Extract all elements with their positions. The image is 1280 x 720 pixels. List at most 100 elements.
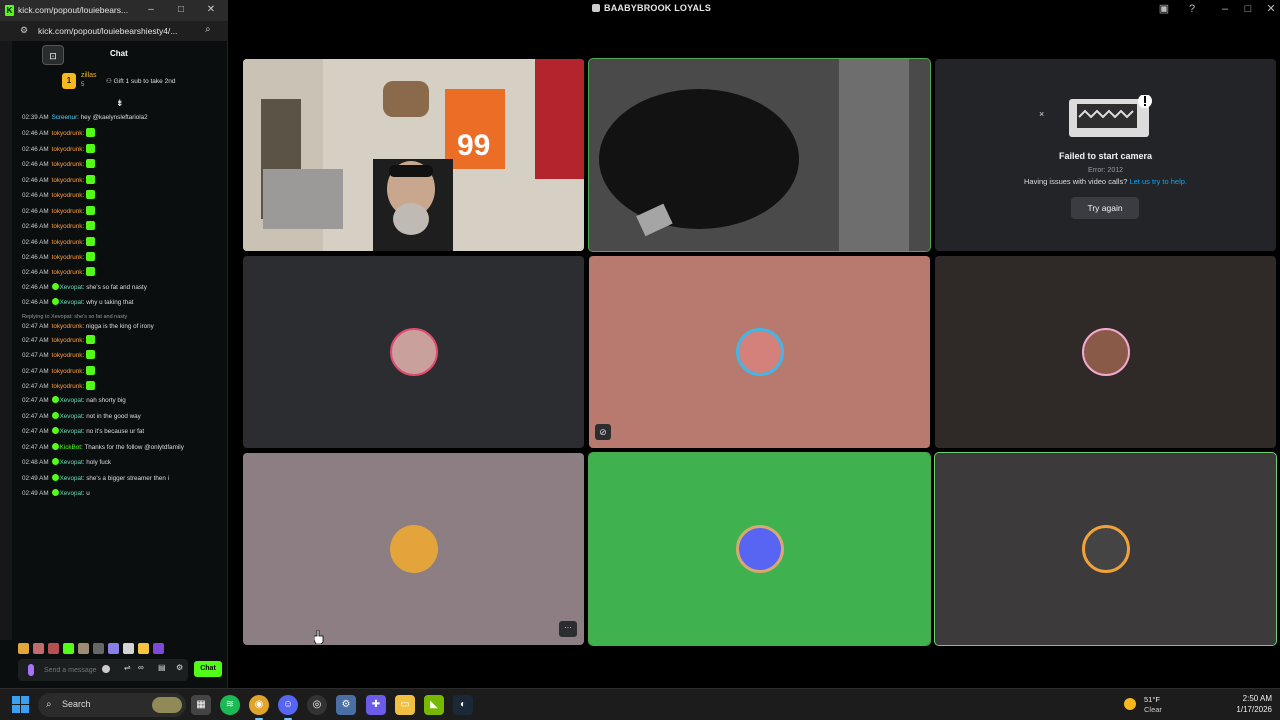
video-tile-user[interactable]: ··· [243, 453, 584, 645]
message-username[interactable]: Xevopat [60, 413, 83, 420]
verified-badge-icon [51, 411, 59, 419]
inbox-icon[interactable]: ▣ [1157, 2, 1171, 16]
message-username[interactable]: tokyodrunk [52, 223, 83, 230]
file-explorer-icon[interactable]: ▭ [395, 695, 415, 715]
message-username[interactable]: Xevopat [60, 299, 83, 306]
emote-icon[interactable] [153, 643, 164, 654]
search-label: Search [62, 699, 91, 709]
message-timestamp: 02:46 AM [22, 145, 49, 153]
message-username[interactable]: Screenur [52, 114, 78, 121]
message-username[interactable]: Xevopat [60, 490, 83, 497]
share-icon[interactable]: ⇌ [124, 663, 131, 672]
emote-icon[interactable] [33, 643, 44, 654]
message-username[interactable]: tokyodrunk [52, 368, 83, 375]
message-username[interactable]: tokyodrunk [52, 337, 83, 344]
video-tile-streamer[interactable]: 99 [243, 59, 584, 251]
try-again-button[interactable]: Try again [1071, 197, 1139, 219]
search-icon[interactable]: ⌕ [205, 24, 211, 35]
avatar [389, 525, 438, 573]
help-link[interactable]: Let us try to help. [1129, 177, 1187, 186]
settings-app-icon[interactable]: ⚙ [336, 695, 356, 715]
settings-icon[interactable]: ⚙ [176, 663, 183, 672]
gift-leaderboard[interactable]: 1 zillas 5 ⚇ Gift 1 sub to take 2nd [14, 71, 228, 93]
more-options-icon[interactable]: ··· [559, 621, 577, 637]
video-tile-user[interactable] [935, 256, 1276, 448]
video-tile-user[interactable]: ⊘ [589, 256, 930, 448]
chat-message: 02:46 AM tokyodrunk: [22, 251, 222, 266]
chat-message: 02:47 AM tokyodrunk: [22, 349, 222, 364]
emote-icon[interactable] [138, 643, 149, 654]
message-username[interactable]: tokyodrunk [52, 192, 83, 199]
controller-icon[interactable]: ✚ [366, 695, 386, 715]
message-timestamp: 02:47 AM [22, 336, 49, 344]
popout-button[interactable]: ⊡ [42, 45, 64, 65]
maximize-icon[interactable]: □ [1241, 2, 1255, 16]
emote-icon[interactable] [48, 643, 59, 654]
system-clock[interactable]: 2:50 AM 1/17/2026 [1220, 693, 1272, 715]
close-icon[interactable]: ✕ [204, 3, 218, 17]
weather-temp: 51°F [1144, 695, 1160, 704]
site-settings-icon[interactable]: ⚙ [20, 25, 28, 36]
windows-start-icon[interactable] [12, 696, 30, 714]
message-username[interactable]: Xevopat [60, 428, 83, 435]
spotify-icon[interactable]: ≋ [220, 695, 240, 715]
chat-message: 02:46 AM tokyodrunk: [22, 158, 222, 173]
chrome-icon[interactable]: ◉ [249, 695, 269, 720]
mic-icon[interactable] [28, 664, 34, 676]
video-tile-user[interactable] [243, 256, 584, 448]
emote-icon[interactable] [63, 643, 74, 654]
message-username[interactable]: Xevopat [60, 284, 83, 291]
emote-icon[interactable] [18, 643, 29, 654]
video-tile-dark-room[interactable] [588, 58, 931, 252]
video-tile-user[interactable] [934, 452, 1277, 646]
moon-icon [1124, 698, 1136, 710]
gift-icon[interactable]: ▤ [158, 663, 166, 672]
message-timestamp: 02:46 AM [22, 176, 49, 184]
weather-widget[interactable]: 51°F Clear [1124, 695, 1184, 717]
message-username[interactable]: tokyodrunk [52, 161, 83, 168]
windows-taskbar: ⌕ Search ▦ ≋ ◉ ☺ ◎ ⚙ ✚ ▭ ◣ ◐ 51°F Clear … [0, 688, 1280, 720]
message-username[interactable]: tokyodrunk [52, 323, 83, 330]
avatar [1081, 328, 1130, 376]
infinity-icon[interactable]: ∞ [138, 663, 144, 672]
message-text: why u taking that [86, 299, 134, 307]
chat-input[interactable] [44, 662, 104, 678]
emote-icon[interactable] [108, 643, 119, 654]
message-username[interactable]: tokyodrunk [52, 383, 83, 390]
emote-icon [85, 221, 95, 231]
emoji-icon[interactable] [102, 665, 110, 673]
message-username[interactable]: KickBot [60, 444, 81, 451]
message-text: she's a bigger streamer then i [86, 474, 169, 482]
minimize-icon[interactable]: – [144, 3, 158, 17]
chat-reply-context[interactable]: Replying to Xevopat: she's so fat and na… [22, 313, 222, 321]
message-username[interactable]: tokyodrunk [52, 254, 83, 261]
message-username[interactable]: tokyodrunk [52, 269, 83, 276]
scroll-down-icon[interactable]: ⇟ [116, 98, 124, 109]
emote-icon[interactable] [78, 643, 89, 654]
message-username[interactable]: tokyodrunk [52, 239, 83, 246]
discord-icon[interactable]: ☺ [278, 695, 298, 720]
nvidia-icon[interactable]: ◣ [424, 695, 444, 715]
message-username[interactable]: Xevopat [60, 397, 83, 404]
recorder-icon[interactable]: ◎ [307, 695, 327, 715]
video-tile-user[interactable] [588, 452, 931, 646]
taskbar-search[interactable]: ⌕ Search [38, 693, 186, 717]
close-icon[interactable]: ✕ [1264, 2, 1278, 16]
message-username[interactable]: tokyodrunk [52, 146, 83, 153]
message-username[interactable]: tokyodrunk [52, 177, 83, 184]
message-username[interactable]: Xevopat [60, 475, 83, 482]
maximize-icon[interactable]: □ [174, 3, 188, 17]
minimize-icon[interactable]: – [1218, 2, 1232, 16]
message-username[interactable]: tokyodrunk [52, 352, 83, 359]
steam-icon[interactable]: ◐ [453, 695, 473, 715]
task-view-icon[interactable]: ▦ [191, 695, 211, 715]
emote-icon[interactable] [93, 643, 104, 654]
message-username[interactable]: Xevopat [60, 459, 83, 466]
send-chat-button[interactable]: Chat [194, 661, 222, 677]
help-icon[interactable]: ? [1185, 2, 1199, 16]
emote-icon[interactable] [123, 643, 134, 654]
message-username[interactable]: tokyodrunk [52, 130, 83, 137]
message-text: not in the good way [86, 412, 141, 420]
message-username[interactable]: tokyodrunk [52, 208, 83, 215]
url-bar[interactable]: ⚙ kick.com/popout/louiebearshiesty4/... … [0, 21, 228, 41]
